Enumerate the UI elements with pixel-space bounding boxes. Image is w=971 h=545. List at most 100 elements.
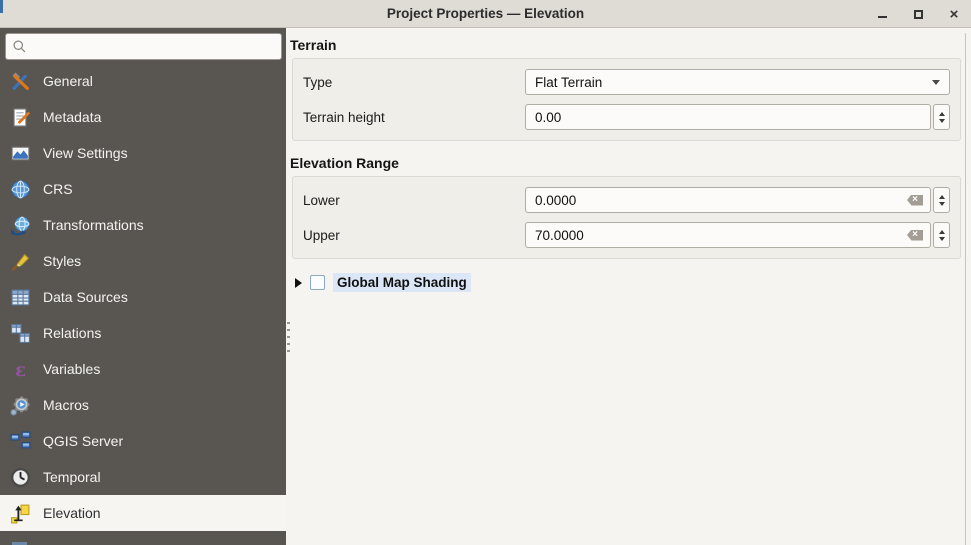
content-panel: Terrain Type Flat Terrain Terrain height bbox=[286, 28, 971, 545]
upper-input[interactable] bbox=[526, 228, 907, 243]
terrain-height-field bbox=[525, 104, 931, 130]
spin-down-icon[interactable] bbox=[939, 119, 945, 123]
sidebar-item-label: Transformations bbox=[43, 217, 144, 233]
sidebar-item-transformations[interactable]: Transformations bbox=[0, 207, 286, 243]
sidebar-item-label: CRS bbox=[43, 181, 73, 197]
sidebar-item-relations[interactable]: Relations bbox=[0, 315, 286, 351]
lower-field: × bbox=[525, 187, 931, 213]
epsilon-icon: ε bbox=[9, 358, 31, 380]
spin-up-icon[interactable] bbox=[939, 230, 945, 234]
terrain-height-row: Terrain height bbox=[303, 104, 950, 130]
search-icon bbox=[12, 39, 27, 54]
terrain-height-input[interactable] bbox=[526, 110, 926, 125]
elevation-icon bbox=[9, 502, 31, 524]
sidebar-item-label: Macros bbox=[43, 397, 89, 413]
sidebar-item-metadata[interactable]: Metadata bbox=[0, 99, 286, 135]
close-icon: × bbox=[950, 7, 959, 22]
sidebar-item-variables[interactable]: ε Variables bbox=[0, 351, 286, 387]
terrain-groupbox: Type Flat Terrain Terrain height bbox=[292, 58, 961, 141]
server-icon bbox=[9, 430, 31, 452]
terrain-type-combobox[interactable]: Flat Terrain bbox=[525, 69, 950, 95]
clock-icon bbox=[9, 466, 31, 488]
expander-arrow-icon[interactable] bbox=[295, 278, 302, 288]
sidebar-item-crs[interactable]: CRS bbox=[0, 171, 286, 207]
sidebar-item-general[interactable]: General bbox=[0, 63, 286, 99]
search-wrap bbox=[0, 28, 286, 60]
sidebar-item-label: Styles bbox=[43, 253, 81, 269]
clear-icon[interactable]: × bbox=[907, 230, 923, 241]
terrain-height-label: Terrain height bbox=[303, 110, 525, 125]
upper-label: Upper bbox=[303, 228, 525, 243]
sidebar-item-label: View Settings bbox=[43, 145, 128, 161]
project-properties-dialog: { "window": { "title": "Project Properti… bbox=[0, 0, 971, 545]
minimize-icon bbox=[878, 16, 887, 18]
terrain-type-row: Type Flat Terrain bbox=[303, 69, 950, 95]
spin-down-icon[interactable] bbox=[939, 202, 945, 206]
elevation-range-groupbox: Lower × Upper × bbox=[292, 176, 961, 259]
upper-row: Upper × bbox=[303, 222, 950, 248]
sidebar-item-label: Variables bbox=[43, 361, 100, 377]
upper-spinner[interactable] bbox=[933, 222, 950, 248]
sidebar-item-label: Elevation bbox=[43, 505, 101, 521]
upper-field: × bbox=[525, 222, 931, 248]
terrain-height-control-area bbox=[525, 104, 950, 130]
spin-up-icon[interactable] bbox=[939, 112, 945, 116]
main-area: General Metadata View Settings CRS Transform… bbox=[0, 28, 971, 545]
scroll-area-border bbox=[965, 33, 966, 545]
terrain-header: Terrain bbox=[290, 37, 961, 53]
metadata-icon bbox=[9, 106, 31, 128]
sidebar-item-elevation[interactable]: Elevation bbox=[0, 495, 286, 531]
window-title: Project Properties — Elevation bbox=[0, 6, 971, 21]
window-controls: × bbox=[871, 0, 965, 28]
clear-icon[interactable]: × bbox=[907, 195, 923, 206]
close-button[interactable]: × bbox=[943, 3, 965, 25]
sidebar-item-label: Metadata bbox=[43, 109, 101, 125]
tables-icon bbox=[9, 322, 31, 344]
svg-text:ε: ε bbox=[15, 359, 26, 379]
sidebar-item-label: General bbox=[43, 73, 93, 89]
maximize-icon bbox=[914, 10, 923, 19]
spin-down-icon[interactable] bbox=[939, 237, 945, 241]
minimize-button[interactable] bbox=[871, 3, 893, 25]
globe-arrows-icon bbox=[9, 214, 31, 236]
sidebar-item-label: QGIS Server bbox=[43, 433, 123, 449]
paintbrush-icon bbox=[9, 250, 31, 272]
sidebar-item-label: Data Sources bbox=[43, 289, 128, 305]
upper-control-area: × bbox=[525, 222, 950, 248]
titlebar: Project Properties — Elevation × bbox=[0, 0, 971, 28]
lower-control-area: × bbox=[525, 187, 950, 213]
sidebar-item-styles[interactable]: Styles bbox=[0, 243, 286, 279]
type-label: Type bbox=[303, 75, 525, 90]
sidebar-item-data-sources[interactable]: Data Sources bbox=[0, 279, 286, 315]
lower-spinner[interactable] bbox=[933, 187, 950, 213]
globe-icon bbox=[9, 178, 31, 200]
sidebar: General Metadata View Settings CRS Transform… bbox=[0, 28, 286, 545]
global-map-shading-row: Global Map Shading bbox=[295, 273, 961, 292]
lower-input[interactable] bbox=[526, 193, 907, 208]
lower-row: Lower × bbox=[303, 187, 950, 213]
sidebar-item-view-settings[interactable]: View Settings bbox=[0, 135, 286, 171]
type-control-area: Flat Terrain bbox=[525, 69, 950, 95]
sidebar-nav: General Metadata View Settings CRS Transform… bbox=[0, 63, 286, 531]
sidebar-item-macros[interactable]: Macros bbox=[0, 387, 286, 423]
terrain-height-spinner[interactable] bbox=[933, 104, 950, 130]
sidebar-item-label: Relations bbox=[43, 325, 101, 341]
elevation-range-header: Elevation Range bbox=[290, 155, 961, 171]
global-map-shading-label[interactable]: Global Map Shading bbox=[333, 273, 471, 292]
spin-up-icon[interactable] bbox=[939, 195, 945, 199]
view-settings-icon bbox=[9, 142, 31, 164]
maximize-button[interactable] bbox=[907, 3, 929, 25]
tools-icon bbox=[9, 70, 31, 92]
sidebar-item-qgis-server[interactable]: QGIS Server bbox=[0, 423, 286, 459]
global-map-shading-checkbox[interactable] bbox=[310, 275, 325, 290]
sidebar-item-label: Temporal bbox=[43, 469, 101, 485]
search-input[interactable] bbox=[31, 39, 275, 54]
sidebar-item-temporal[interactable]: Temporal bbox=[0, 459, 286, 495]
search-box bbox=[5, 33, 282, 60]
gear-play-icon bbox=[9, 394, 31, 416]
sidebar-splitter-handle[interactable] bbox=[287, 322, 290, 356]
terrain-type-value: Flat Terrain bbox=[535, 75, 602, 90]
lower-label: Lower bbox=[303, 193, 525, 208]
chevron-down-icon bbox=[932, 80, 940, 85]
table-icon bbox=[9, 286, 31, 308]
